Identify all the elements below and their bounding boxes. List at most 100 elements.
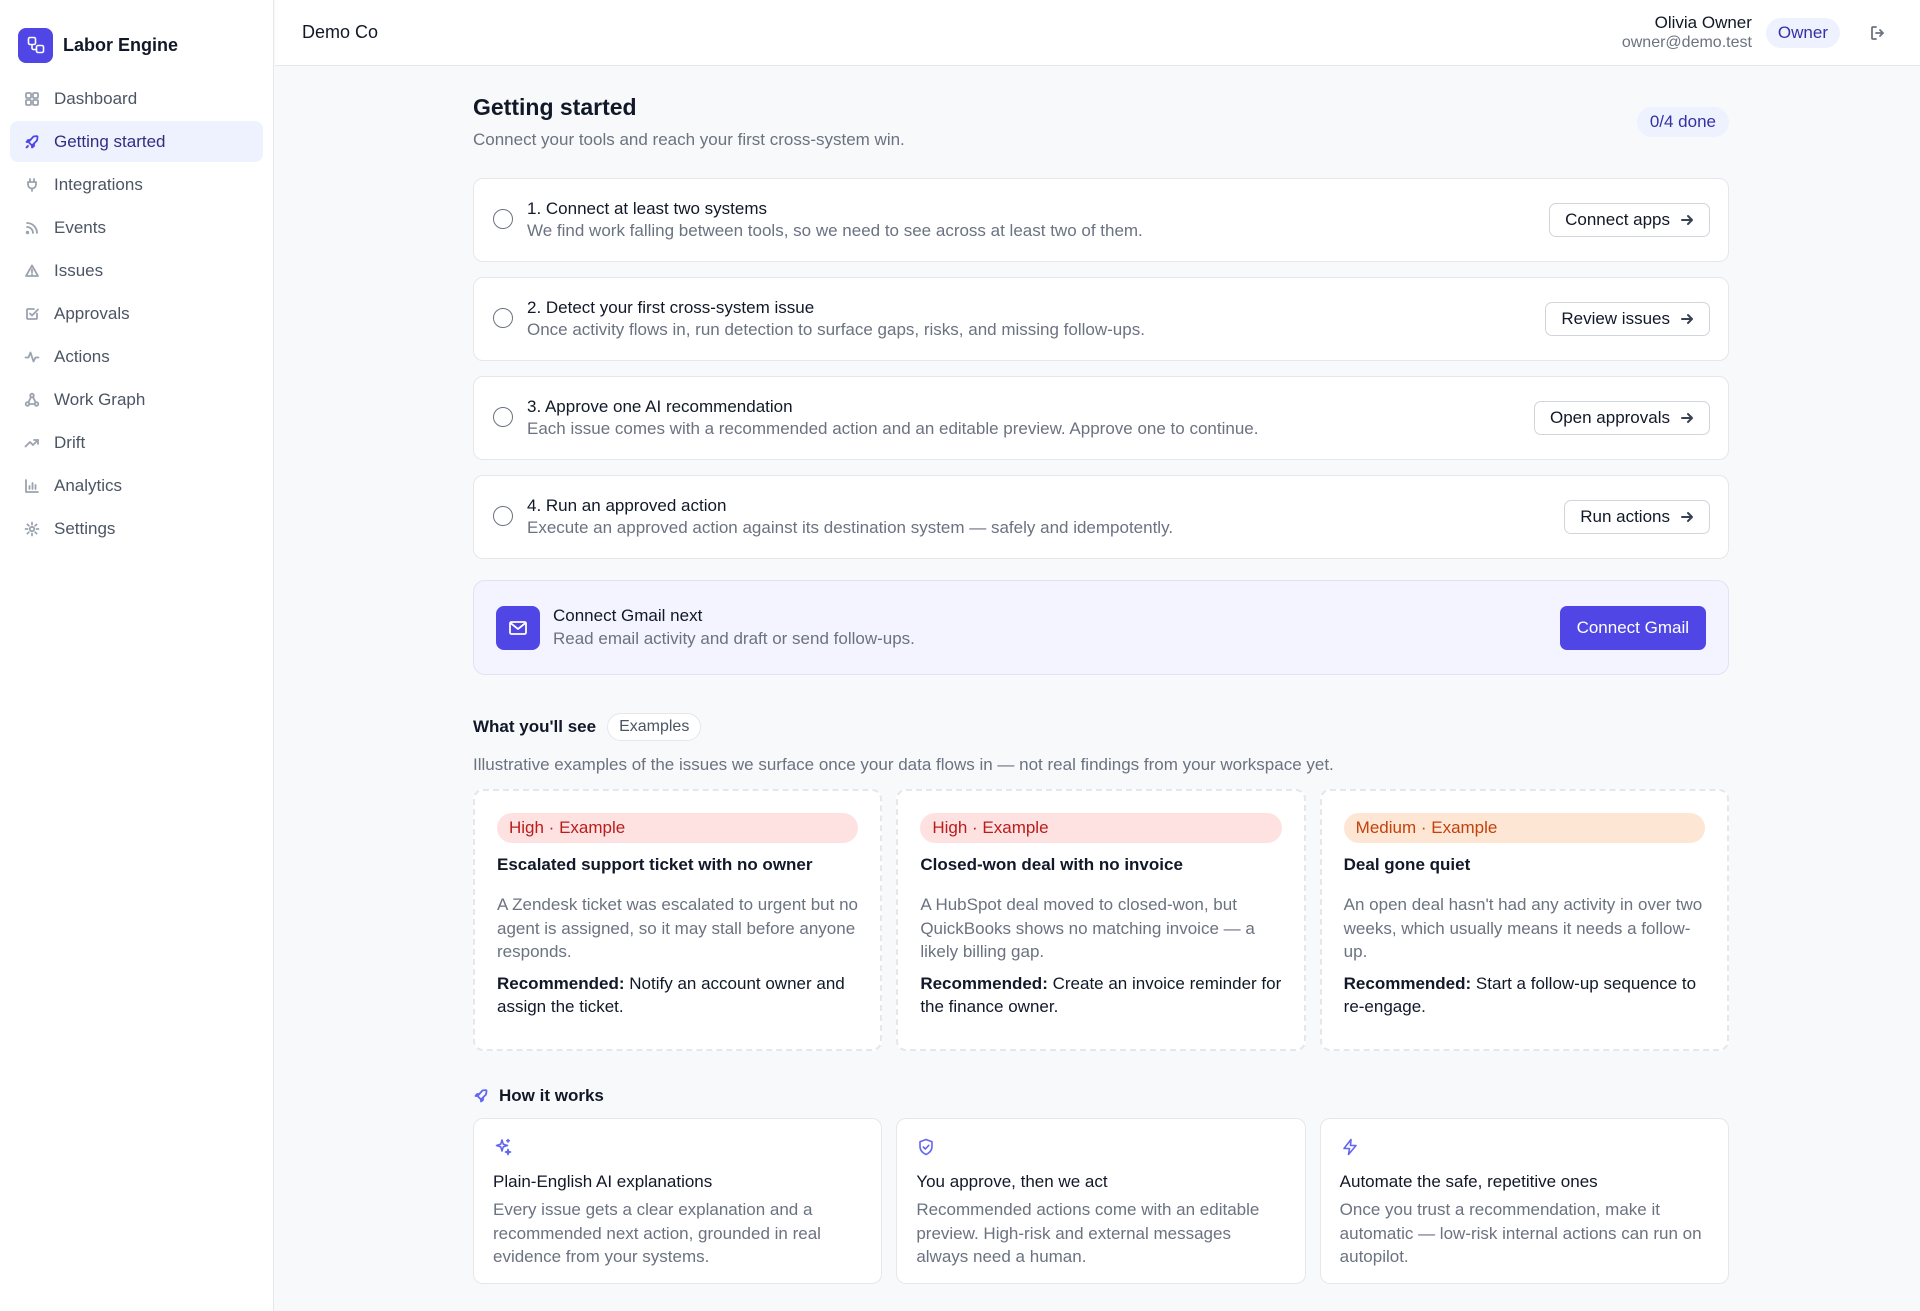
sidebar-item-getting-started[interactable]: Getting started	[10, 121, 263, 162]
example-recommendation: Recommended: Notify an account owner and…	[497, 972, 858, 1019]
recommendation-label: Recommended:	[1343, 973, 1472, 993]
sidebar-item-label: Settings	[54, 518, 116, 538]
how-card-description: Every issue gets a clear explanation and…	[493, 1200, 821, 1266]
sidebar-item-integrations[interactable]: Integrations	[10, 164, 263, 205]
progress-badge: 0/4 done	[1636, 107, 1729, 137]
severity-badge: High · Example	[920, 813, 1282, 843]
arrow-right-icon	[1681, 314, 1693, 324]
section-title: How it works	[499, 1086, 604, 1105]
logo-icon	[18, 27, 53, 63]
step-description: Each issue comes with a recommended acti…	[527, 419, 1259, 438]
connect-apps-button[interactable]: Connect apps	[1549, 203, 1710, 237]
sidebar-item-issues[interactable]: Issues	[10, 250, 263, 291]
open-approvals-button[interactable]: Open approvals	[1533, 401, 1710, 435]
trending-up-icon	[24, 435, 40, 451]
shield-check-icon	[916, 1138, 936, 1161]
sidebar-item-label: Dashboard	[54, 88, 138, 108]
gmail-card-description: Read email activity and draft or send fo…	[553, 629, 915, 648]
sidebar-item-approvals[interactable]: Approvals	[10, 293, 263, 334]
header-user-area: Olivia Owner owner@demo.test Owner	[1622, 13, 1893, 53]
page-header: Getting started Connect your tools and r…	[473, 66, 1729, 150]
example-recommendation: Recommended: Start a follow-up sequence …	[1344, 972, 1705, 1019]
step-description: Once activity flows in, run detection to…	[527, 320, 1145, 339]
sidebar-item-dashboard[interactable]: Dashboard	[10, 78, 263, 119]
connect-gmail-button[interactable]: Connect Gmail	[1559, 605, 1706, 650]
how-card-title: You approve, then we act	[916, 1172, 1108, 1191]
how-card: Plain-English AI explanations Every issu…	[473, 1118, 883, 1284]
button-label: Open approvals	[1549, 408, 1670, 427]
checklist: 1. Connect at least two systems We find …	[473, 178, 1729, 559]
connect-gmail-card: Connect Gmail next Read email activity a…	[473, 580, 1729, 675]
sidebar-item-label: Drift	[54, 432, 86, 452]
page-title: Getting started	[473, 94, 637, 120]
severity-badge: High · Example	[497, 813, 859, 843]
checklist-step: 4. Run an approved action Execute an app…	[473, 475, 1729, 559]
sidebar-item-actions[interactable]: Actions	[10, 336, 263, 377]
section-title: What you'll see	[473, 717, 597, 736]
how-card-title: Plain-English AI explanations	[493, 1172, 713, 1191]
review-issues-button[interactable]: Review issues	[1545, 302, 1710, 336]
check-square-icon	[24, 306, 40, 322]
button-label: Connect apps	[1565, 210, 1670, 229]
sidebar-item-label: Work Graph	[54, 389, 146, 409]
user-info: Olivia Owner owner@demo.test	[1622, 13, 1752, 53]
example-description: A Zendesk ticket was escalated to urgent…	[497, 895, 858, 961]
arrow-right-icon	[1681, 215, 1693, 225]
step-description: We find work falling between tools, so w…	[527, 221, 1143, 240]
sidebar-item-work-graph[interactable]: Work Graph	[10, 379, 263, 420]
bar-chart-icon	[24, 478, 40, 494]
recommendation-label: Recommended:	[497, 973, 625, 993]
user-name: Olivia Owner	[1654, 12, 1752, 32]
checklist-step: 3. Approve one AI recommendation Each is…	[473, 376, 1729, 460]
sidebar-item-label: Events	[54, 217, 106, 237]
sidebar-item-label: Actions	[54, 346, 110, 366]
button-label: Review issues	[1561, 309, 1670, 328]
how-card-description: Once you trust a recommendation, make it…	[1339, 1200, 1702, 1266]
step-status-radio	[493, 209, 513, 229]
logout-icon[interactable]	[1866, 21, 1890, 45]
sidebar-item-events[interactable]: Events	[10, 207, 263, 248]
page-subtitle: Connect your tools and reach your first …	[473, 130, 905, 149]
rss-icon	[24, 220, 40, 236]
plug-icon	[24, 177, 40, 193]
org-name[interactable]: Demo Co	[302, 22, 378, 43]
mail-icon	[496, 605, 540, 650]
example-description: A HubSpot deal moved to closed-won, but …	[920, 895, 1255, 961]
sidebar: Labor Engine Dashboard Getting started I…	[0, 0, 274, 1311]
alert-triangle-icon	[24, 263, 40, 279]
sidebar-item-drift[interactable]: Drift	[10, 422, 263, 463]
role-badge: Owner	[1765, 17, 1840, 48]
brand[interactable]: Labor Engine	[0, 0, 273, 66]
how-card-title: Automate the safe, repetitive ones	[1339, 1172, 1598, 1191]
example-issue-card: Medium · Example Deal gone quiet An open…	[1319, 789, 1729, 1051]
zap-icon	[1340, 1138, 1360, 1161]
step-title: 2. Detect your first cross-system issue	[527, 298, 815, 317]
step-status-radio	[493, 506, 513, 526]
activity-icon	[24, 349, 40, 365]
step-description: Execute an approved action against its d…	[527, 518, 1174, 537]
how-card: Automate the safe, repetitive ones Once …	[1319, 1118, 1729, 1284]
step-status-radio	[493, 407, 513, 427]
sidebar-item-label: Issues	[54, 260, 104, 280]
how-it-works-header: How it works	[473, 1086, 1729, 1106]
sidebar-item-label: Getting started	[54, 131, 166, 151]
step-title: 3. Approve one AI recommendation	[527, 397, 793, 416]
sidebar-item-settings[interactable]: Settings	[10, 508, 263, 549]
main-content: Getting started Connect your tools and r…	[473, 66, 1729, 1284]
sidebar-item-label: Approvals	[54, 303, 130, 323]
example-issue-card: High · Example Closed-won deal with no i…	[896, 789, 1306, 1051]
section-description: Illustrative examples of the issues we s…	[473, 755, 1334, 774]
run-actions-button[interactable]: Run actions	[1564, 500, 1710, 534]
severity-badge: Medium · Example	[1343, 813, 1705, 843]
example-title: Deal gone quiet	[1343, 855, 1471, 874]
sidebar-nav: Dashboard Getting started Integrations E…	[0, 78, 273, 549]
sparkles-icon	[493, 1138, 513, 1161]
gear-icon	[24, 521, 40, 537]
examples-tag: Examples	[607, 713, 702, 741]
step-title: 4. Run an approved action	[527, 496, 727, 515]
sidebar-item-analytics[interactable]: Analytics	[10, 465, 263, 506]
how-card: You approve, then we act Recommended act…	[896, 1118, 1306, 1284]
how-card-description: Recommended actions come with an editabl…	[916, 1200, 1260, 1266]
grid-icon	[24, 91, 40, 107]
how-it-works-cards: Plain-English AI explanations Every issu…	[473, 1118, 1729, 1284]
